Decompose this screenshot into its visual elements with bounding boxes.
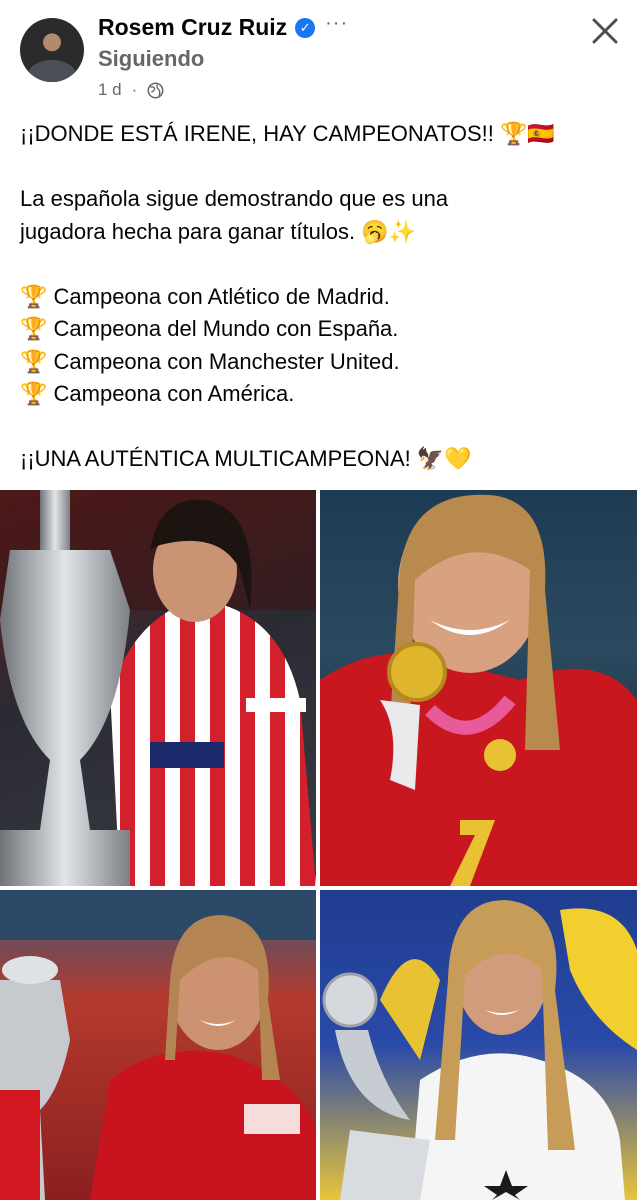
author-name[interactable]: Rosem Cruz Ruiz xyxy=(98,14,287,41)
meta-separator: · xyxy=(131,80,138,99)
text-line: 🏆 Campeona con Atlético de Madrid. xyxy=(20,283,390,309)
post-photo[interactable] xyxy=(320,490,637,886)
author-avatar[interactable] xyxy=(20,18,84,82)
more-icon[interactable]: ··· xyxy=(325,12,348,35)
post-header: Rosem Cruz Ruiz ✓ ··· Siguiendo 1 d · xyxy=(0,0,637,110)
text-spacer xyxy=(20,411,620,444)
text-spacer xyxy=(20,151,620,184)
author-row: Rosem Cruz Ruiz ✓ ··· xyxy=(98,12,348,41)
text-line: La española sigue demostrando que es una xyxy=(20,186,449,211)
text-spacer xyxy=(20,248,620,281)
globe-icon xyxy=(147,82,164,98)
follow-status[interactable]: Siguiendo xyxy=(98,46,204,72)
text-line: 🏆 Campeona con América. xyxy=(20,381,295,406)
photo-grid xyxy=(0,490,637,1200)
close-icon[interactable] xyxy=(588,14,622,48)
post-meta: 1 d · xyxy=(98,80,164,100)
post-photo[interactable] xyxy=(0,490,316,886)
verified-badge-icon: ✓ xyxy=(295,17,316,38)
text-line: ¡¡UNA AUTÉNTICA MULTICAMPEONA! 🦅💛 xyxy=(20,446,472,471)
post-timestamp[interactable]: 1 d xyxy=(98,80,122,100)
post-photo[interactable] xyxy=(0,890,316,1200)
post-photo[interactable] xyxy=(320,890,637,1200)
text-line: 🏆 Campeona del Mundo con España. xyxy=(20,316,399,341)
text-line: 🏆 Campeona con Manchester United. xyxy=(20,348,400,374)
text-line: ¡¡DONDE ESTÁ IRENE, HAY CAMPEONATOS!! 🏆🇪… xyxy=(20,121,555,146)
text-line: jugadora hecha para ganar títulos. 🥱✨ xyxy=(20,218,417,244)
post-text: ¡¡DONDE ESTÁ IRENE, HAY CAMPEONATOS!! 🏆🇪… xyxy=(20,118,620,476)
